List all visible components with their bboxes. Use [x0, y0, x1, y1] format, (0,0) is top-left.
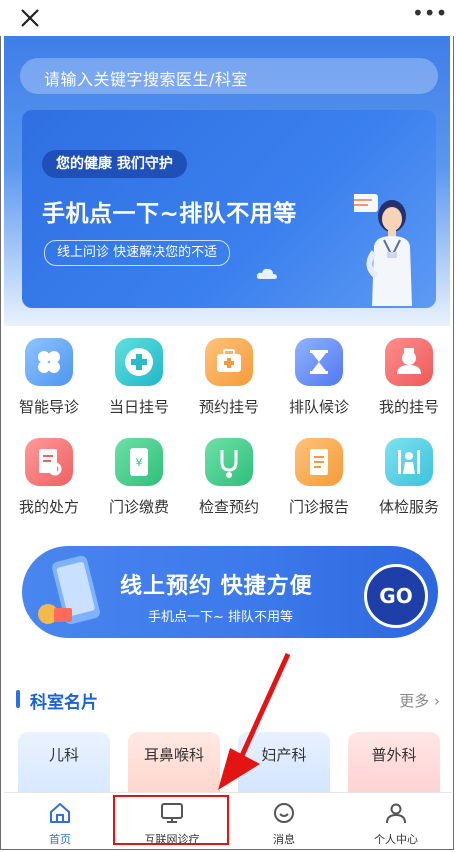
service-label: 体检服务 — [378, 498, 439, 516]
department-label: 普外科 — [371, 746, 417, 764]
service-label: 门诊报告 — [288, 498, 349, 516]
service-label: 检查预约 — [198, 498, 259, 516]
tab-messages[interactable]: 消息 — [228, 793, 340, 849]
more-dots-icon[interactable]: ••• — [412, 3, 447, 28]
message-icon — [274, 803, 294, 823]
tab-label: 消息 — [273, 833, 295, 846]
cloud-icon — [256, 268, 277, 279]
tab-profile[interactable]: 个人中心 — [340, 793, 452, 849]
banner-tag: 您的健康 我们守护 — [42, 150, 187, 178]
service-item-smart-guide[interactable]: 智能导诊 — [4, 338, 94, 417]
service-item-exam-appointment[interactable]: 检查预约 — [184, 438, 274, 517]
service-item-checkup[interactable]: 体检服务 — [364, 438, 454, 517]
stethoscope-icon — [205, 438, 253, 486]
go-button[interactable]: GO — [364, 564, 428, 628]
promo-title: 线上预约 快捷方便 — [120, 574, 313, 599]
department-card-general-surgery[interactable]: 普外科 — [348, 732, 440, 794]
service-label: 我的挂号 — [378, 398, 439, 416]
service-item-my-registration[interactable]: 我的挂号 — [364, 338, 454, 417]
highlight-box — [113, 795, 229, 845]
search-placeholder: 请输入关键字搜索医生/科室 — [44, 70, 248, 89]
service-item-queue[interactable]: 排队候诊 — [274, 338, 364, 417]
service-item-payment[interactable]: ¥ 门诊缴费 — [94, 438, 184, 517]
tab-home[interactable]: 首页 — [4, 793, 116, 849]
close-icon[interactable] — [16, 4, 44, 32]
service-item-same-day[interactable]: 当日挂号 — [94, 338, 184, 417]
clover-icon — [25, 338, 73, 386]
nurse-icon — [385, 338, 433, 386]
payment-icon: ¥ — [115, 438, 163, 486]
home-icon — [50, 803, 70, 823]
service-item-report[interactable]: 门诊报告 — [274, 438, 364, 517]
service-item-appointment[interactable]: 预约挂号 — [184, 338, 274, 417]
banner-headline: 手机点一下~排队不用等 — [42, 201, 297, 227]
tab-label: 首页 — [49, 833, 71, 846]
service-label: 门诊缴费 — [108, 498, 169, 516]
service-label: 当日挂号 — [108, 398, 169, 416]
tab-label: 个人中心 — [374, 833, 418, 846]
department-card-pediatrics[interactable]: 儿科 — [18, 732, 110, 794]
service-item-prescription[interactable]: 我的处方 — [4, 438, 94, 517]
promo-subtitle: 手机点一下~ 排队不用等 — [148, 610, 294, 625]
search-input[interactable]: 请输入关键字搜索医生/科室 — [20, 58, 438, 94]
checkup-icon — [385, 438, 433, 486]
promo-banner[interactable]: 线上预约 快捷方便 手机点一下~ 排队不用等 GO — [22, 546, 438, 638]
department-label: 儿科 — [48, 746, 79, 764]
banner-subtag: 线上问诊 快速解决您的不适 — [44, 240, 231, 266]
chevron-right-icon: › — [434, 692, 440, 710]
annotation-arrow — [218, 652, 291, 790]
more-label: 更多 — [399, 692, 430, 710]
nurse-illustration-icon — [354, 194, 412, 306]
user-icon — [386, 803, 406, 824]
top-bar: ••• — [0, 0, 456, 36]
service-label: 我的处方 — [18, 498, 79, 516]
section-title-text: 科室名片 — [30, 693, 98, 713]
service-label: 预约挂号 — [198, 398, 259, 416]
service-label: 排队候诊 — [288, 398, 349, 416]
section-accent-bar — [16, 690, 20, 708]
plus-icon — [115, 338, 163, 386]
prescription-icon — [25, 438, 73, 486]
report-icon — [295, 438, 343, 486]
hourglass-icon — [295, 338, 343, 386]
service-label: 智能导诊 — [18, 398, 79, 416]
medkit-icon — [205, 338, 253, 386]
hero-banner[interactable]: 您的健康 我们守护 手机点一下~排队不用等 线上问诊 快速解决您的不适 — [22, 110, 436, 308]
phone-illustration-icon — [38, 555, 100, 625]
more-link[interactable]: 更多 › — [399, 690, 440, 711]
svg-text:¥: ¥ — [136, 456, 143, 469]
